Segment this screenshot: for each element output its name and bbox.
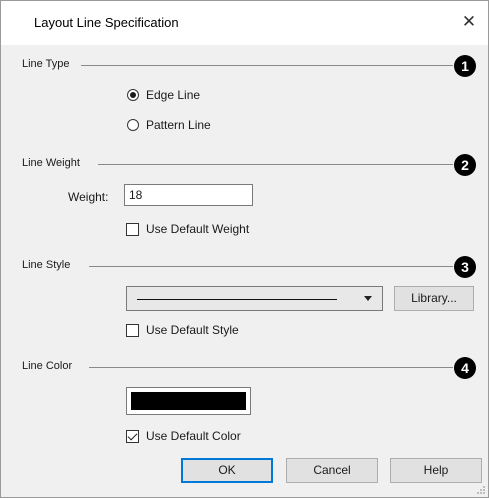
edge-line-label: Edge Line [146, 88, 201, 102]
library-button[interactable]: Library... [394, 286, 474, 311]
callout-4-badge: 4 [454, 357, 476, 379]
solid-line-sample [137, 299, 337, 300]
line-type-heading: Line Type [22, 58, 70, 70]
line-color-divider [89, 367, 453, 368]
cancel-button[interactable]: Cancel [286, 458, 378, 483]
use-default-color-option[interactable]: Use Default Color [126, 429, 241, 443]
use-default-weight-label: Use Default Weight [146, 222, 250, 236]
chevron-down-icon [364, 296, 372, 301]
close-icon[interactable]: ✕ [459, 11, 479, 33]
use-default-weight-option[interactable]: Use Default Weight [126, 222, 249, 236]
line-color-swatch-button[interactable] [126, 387, 251, 415]
use-default-color-checkbox[interactable] [126, 429, 139, 443]
use-default-color-label: Use Default Color [146, 429, 241, 443]
callout-3-badge: 3 [454, 256, 476, 278]
line-weight-heading: Line Weight [22, 157, 80, 169]
title-bar: Layout Line Specification ✕ [1, 1, 488, 45]
pattern-line-radio[interactable] [127, 119, 139, 131]
line-color-swatch [131, 392, 246, 410]
line-type-divider [81, 65, 453, 66]
use-default-weight-checkbox[interactable] [126, 222, 139, 236]
line-style-heading: Line Style [22, 259, 71, 271]
line-style-divider [89, 266, 453, 267]
edge-line-radio[interactable] [127, 89, 139, 101]
callout-2-badge: 2 [454, 154, 476, 176]
weight-label: Weight: [68, 190, 109, 204]
pattern-line-radio-option[interactable]: Pattern Line [127, 118, 211, 132]
layout-line-specification-dialog: Layout Line Specification ✕ Line Type 1 … [0, 0, 489, 498]
use-default-style-label: Use Default Style [146, 323, 239, 337]
ok-button[interactable]: OK [181, 458, 273, 483]
use-default-style-checkbox[interactable] [126, 323, 139, 337]
callout-1-badge: 1 [454, 55, 476, 77]
resize-grip-icon[interactable] [476, 485, 486, 495]
use-default-style-option[interactable]: Use Default Style [126, 323, 239, 337]
weight-input[interactable]: 18 [124, 184, 253, 206]
pattern-line-label: Pattern Line [146, 118, 211, 132]
line-style-dropdown[interactable] [126, 286, 383, 311]
line-weight-divider [98, 164, 453, 165]
line-color-heading: Line Color [22, 360, 73, 372]
help-button[interactable]: Help [390, 458, 482, 483]
edge-line-radio-option[interactable]: Edge Line [127, 88, 200, 102]
dialog-title: Layout Line Specification [34, 15, 179, 30]
